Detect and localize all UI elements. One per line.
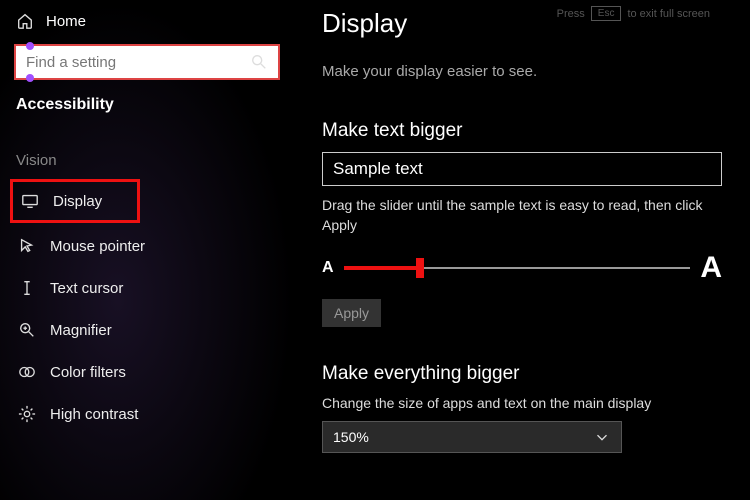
sidebar-item-magnifier[interactable]: Magnifier xyxy=(10,309,284,351)
slider-fill xyxy=(344,266,420,270)
page-subtitle: Make your display easier to see. xyxy=(322,63,722,80)
sidebar-item-text-cursor[interactable]: Text cursor xyxy=(10,267,284,309)
sidebar-section-title: Accessibility xyxy=(10,94,284,122)
text-size-slider-row: A A xyxy=(322,251,722,285)
sidebar-item-label: Mouse pointer xyxy=(50,238,145,255)
selection-handle-icon xyxy=(26,74,34,82)
home-link[interactable]: Home xyxy=(10,8,284,34)
sample-text-preview: Sample text xyxy=(322,152,722,186)
sidebar-item-color-filters[interactable]: Color filters xyxy=(10,351,284,393)
esc-key-label: Esc xyxy=(591,6,622,21)
slider-min-label: A xyxy=(322,259,334,277)
slider-thumb-icon[interactable] xyxy=(416,258,424,278)
sidebar-item-display[interactable]: Display xyxy=(10,179,140,223)
sidebar-item-label: Display xyxy=(53,193,102,210)
scale-description: Change the size of apps and text on the … xyxy=(322,395,722,411)
search-box[interactable] xyxy=(14,44,280,80)
sidebar-item-label: High contrast xyxy=(50,406,138,423)
brightness-icon xyxy=(18,405,36,423)
hint-text: to exit full screen xyxy=(627,8,710,20)
magnifier-icon xyxy=(18,321,36,339)
home-label: Home xyxy=(46,13,86,30)
sidebar-item-label: Color filters xyxy=(50,364,126,381)
text-cursor-icon xyxy=(18,279,36,297)
slider-max-label: A xyxy=(700,251,722,285)
text-size-slider[interactable] xyxy=(344,267,691,269)
sidebar-item-mouse-pointer[interactable]: Mouse pointer xyxy=(10,225,284,267)
sidebar-item-label: Magnifier xyxy=(50,322,112,339)
section-make-everything-bigger: Make everything bigger xyxy=(322,363,722,385)
search-input[interactable] xyxy=(26,54,250,71)
section-make-text-bigger: Make text bigger xyxy=(322,120,722,142)
slider-hint: Drag the slider until the sample text is… xyxy=(322,196,722,235)
sidebar-item-label: Text cursor xyxy=(50,280,123,297)
home-icon xyxy=(16,12,34,30)
cursor-icon xyxy=(18,237,36,255)
fullscreen-hint: Press Esc to exit full screen xyxy=(557,6,710,21)
chevron-down-icon xyxy=(593,428,611,446)
display-scale-dropdown[interactable]: 150% xyxy=(322,421,622,453)
monitor-icon xyxy=(21,192,39,210)
dropdown-value: 150% xyxy=(333,429,369,445)
apply-button[interactable]: Apply xyxy=(322,299,381,327)
sidebar-item-high-contrast[interactable]: High contrast xyxy=(10,393,284,435)
hint-text: Press xyxy=(557,8,585,20)
settings-sidebar: Home Accessibility Vision Display Mouse … xyxy=(0,0,294,500)
main-panel: Press Esc to exit full screen Display Ma… xyxy=(294,0,750,500)
sidebar-group-vision: Vision xyxy=(10,122,284,179)
selection-handle-icon xyxy=(26,42,34,50)
search-icon xyxy=(250,53,268,71)
color-filters-icon xyxy=(18,363,36,381)
